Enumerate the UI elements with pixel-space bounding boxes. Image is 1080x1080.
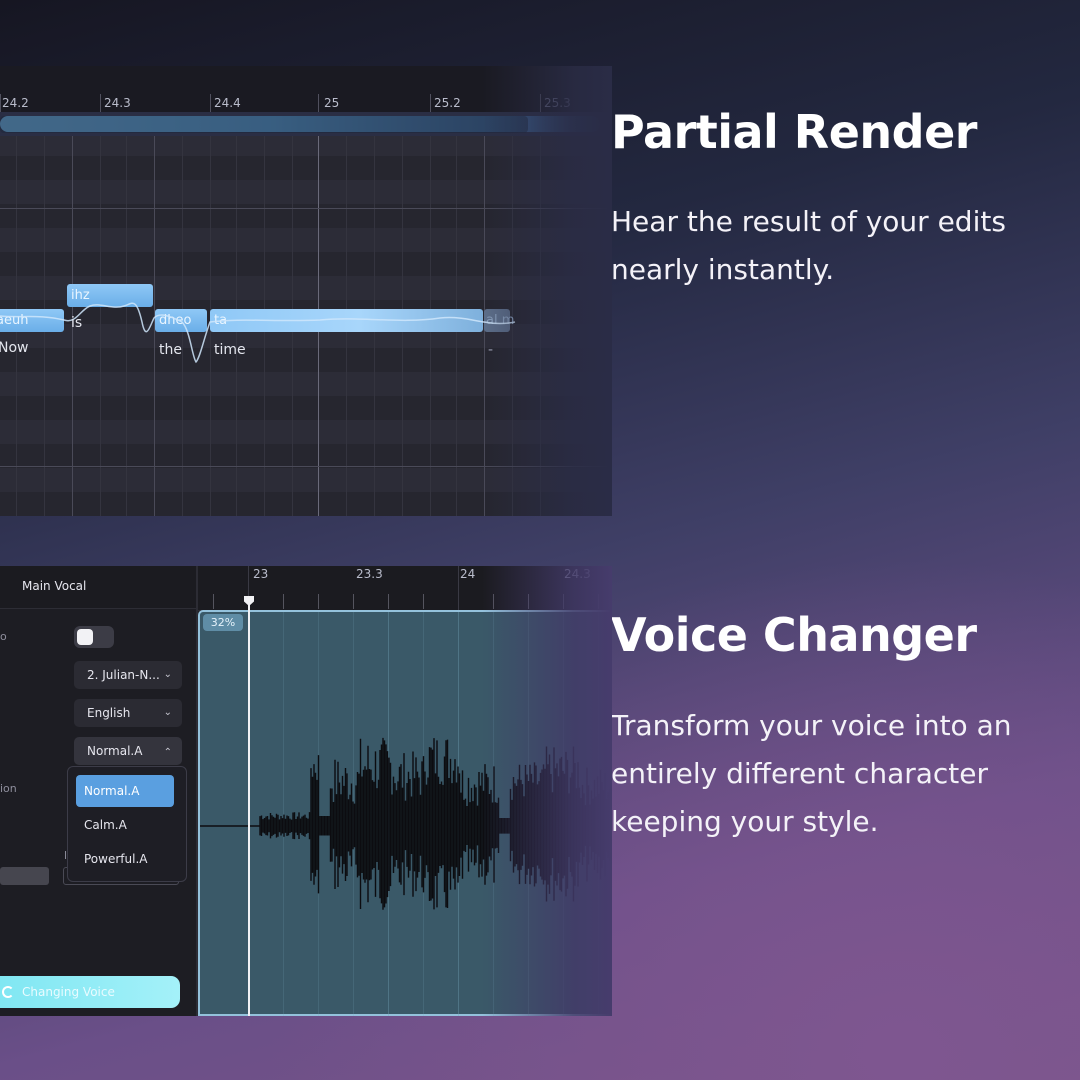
page: { "partial_render": { "heading": "Partia… [0,0,1080,1080]
ruler-label: 25 [324,96,340,110]
waveform-path [200,737,612,910]
octave-line [0,208,612,209]
ruler-label: 23 [253,567,269,581]
ruler-label: 24.3 [104,96,131,110]
voice-changer-description: Transform your voice into an entirely di… [611,709,1012,838]
ruler-tick [458,566,459,610]
ruler-label: 24.3 [564,567,591,581]
ruler-label: 23.3 [356,567,383,581]
ruler-tick [563,594,564,609]
setting-label: ion [0,782,17,795]
lyric-word[interactable]: time [214,342,246,358]
ruler-tick [528,594,529,609]
ruler-tick [423,594,424,609]
ruler-tick [430,94,431,112]
timeline-ruler[interactable]: 23 23.3 24 24.3 [198,566,612,611]
chevron-up-icon: ⌃ [163,747,172,758]
lyric-word[interactable]: is [71,315,82,331]
ruler-tick [540,94,541,112]
ruler-tick [493,594,494,609]
style-option[interactable]: Calm.A [76,809,174,841]
partial-render-description: Hear the result of your edits nearly ins… [611,205,1006,286]
chevron-down-icon: ⌄ [163,669,172,680]
ruler-tick [353,594,354,609]
ruler-tick [210,94,211,112]
ruler-tick [100,94,101,112]
style-option[interactable]: Powerful.A [76,843,174,875]
language-select[interactable]: English ⌄ [74,699,182,727]
voice-changer-editor: Main Vocal o 2. Julian-N... ⌄ English ⌄ … [0,566,612,1016]
style-option[interactable]: Normal.A [76,775,174,807]
style-select-value: Normal.A [87,744,143,758]
voice-settings-sidebar: Main Vocal o 2. Julian-N... ⌄ English ⌄ … [0,566,198,1016]
toggle-knob [77,629,93,645]
timeline-ruler[interactable]: 24.2 24.3 24.4 25 25.2 25.3 [0,66,612,113]
ruler-tick [213,594,214,609]
ruler-tick [318,594,319,609]
voice-select[interactable]: 2. Julian-N... ⌄ [74,661,182,689]
ruler-label: 25.2 [434,96,461,110]
ruler-label: 24.2 [2,96,29,110]
progress-badge: 32% [203,614,243,631]
lyric-word[interactable]: the [159,342,182,358]
spinner-icon [2,986,14,998]
audio-waveform[interactable] [200,726,612,926]
ruler-label: 24 [460,567,476,581]
enable-toggle[interactable] [74,626,114,648]
ruler-label: 24.4 [214,96,241,110]
track-header: Main Vocal [0,566,196,609]
voice-select-value: 2. Julian-N... [87,668,160,682]
ruler-label: 25.3 [544,96,571,110]
ruler-tick [388,594,389,609]
pitch-curve[interactable] [0,266,612,376]
ruler-tick [0,94,1,112]
chevron-down-icon: ⌄ [163,707,172,718]
slider-track[interactable] [0,867,49,885]
ruler-tick [318,94,319,112]
style-select[interactable]: Normal.A ⌃ [74,737,182,765]
ruler-tick [598,594,599,609]
voice-changer-heading: Voice Changer [611,608,977,662]
partial-render-editor: 24.2 24.3 24.4 25 25.2 25.3 aeuh ihz [0,66,612,516]
scroll-thumb[interactable] [0,116,528,133]
lyric-word[interactable]: Now [0,340,29,356]
track-title: Main Vocal [22,579,87,593]
changing-voice-label: Changing Voice [22,985,115,999]
setting-label: o [0,630,7,643]
language-select-value: English [87,706,131,720]
style-dropdown-menu: Normal.A Calm.A Powerful.A [67,766,187,882]
partial-render-heading: Partial Render [611,105,977,159]
lyric-word[interactable]: - [488,342,493,358]
changing-voice-button[interactable]: Changing Voice [0,976,180,1008]
ruler-tick [283,594,284,609]
octave-line [0,466,612,467]
playhead[interactable] [248,600,250,1016]
